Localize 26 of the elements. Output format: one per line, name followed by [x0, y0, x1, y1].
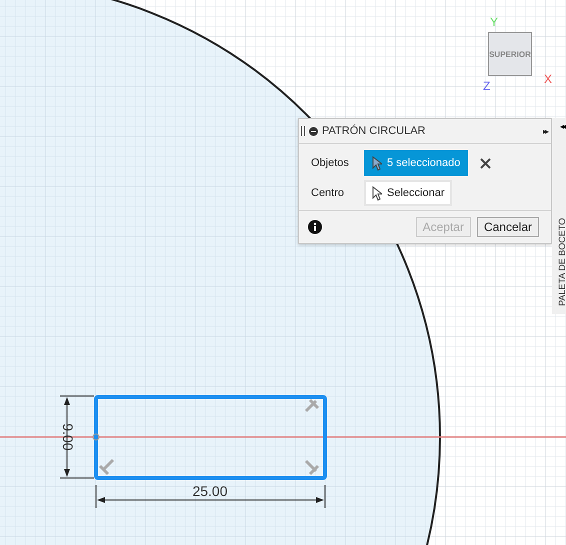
- expand-icon[interactable]: ▸▸: [543, 126, 547, 136]
- axis-label: Z: [483, 80, 490, 92]
- collapse-icon[interactable]: ◂◂: [560, 122, 564, 131]
- drag-handle-icon[interactable]: [301, 126, 305, 136]
- constraint-icon: [304, 398, 320, 412]
- field-label: Centro: [311, 187, 346, 199]
- constraint-icon: [98, 458, 114, 476]
- dimension-label: 9.00: [60, 423, 76, 451]
- info-icon[interactable]: [308, 220, 322, 234]
- vertical-dimension[interactable]: 9.00: [60, 396, 94, 478]
- selection-button[interactable]: Seleccionar: [364, 180, 452, 206]
- axis-label: X: [544, 73, 552, 85]
- horizontal-dimension[interactable]: 25.00: [96, 483, 326, 508]
- axis-label: Y: [490, 16, 498, 28]
- field-label: Objetos: [311, 157, 350, 169]
- cursor-icon: [372, 186, 382, 200]
- cube-face-label: SUPERIOR: [489, 50, 531, 58]
- dimension-label: 25.00: [192, 483, 228, 499]
- dialog-title: PATRÓN CIRCULAR: [322, 125, 426, 137]
- constraint-icon: [304, 460, 320, 476]
- dialog-button[interactable]: Cancelar: [476, 217, 539, 237]
- cursor-icon: [372, 156, 382, 170]
- palette-title: PALETA DE BOCETO: [557, 218, 566, 306]
- collapse-icon[interactable]: [309, 126, 318, 136]
- close-icon[interactable]: [480, 158, 492, 168]
- midpoint-icon: [92, 434, 100, 440]
